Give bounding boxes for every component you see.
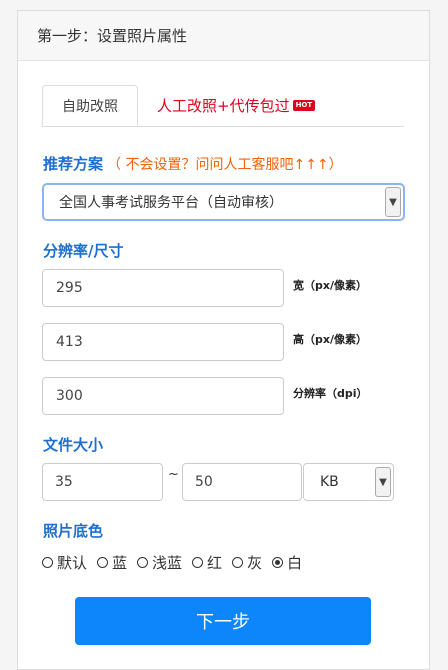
radio-default-circle[interactable]	[42, 557, 53, 568]
radio-white-label: 白	[287, 554, 303, 572]
tab-self-service-label: 自助改照	[62, 98, 118, 115]
height-input[interactable]: 413	[42, 323, 284, 361]
filesize-min-input[interactable]: 35	[42, 463, 163, 501]
unit-select-value: KB	[320, 474, 339, 490]
height-label: 高（px/像素）	[293, 333, 367, 346]
preset-select[interactable]: 全国人事考试服务平台（自动审核） ▼	[42, 183, 405, 221]
resolution-title: 分辨率/尺寸	[43, 242, 124, 260]
radio-blue-circle[interactable]	[97, 557, 109, 568]
filesize-max-value: 50	[195, 474, 213, 490]
radio-red-circle[interactable]	[192, 557, 204, 568]
radio-gray[interactable]: 灰	[232, 552, 262, 573]
tab-manual-service-label: 人工改照+代传包过	[157, 97, 290, 115]
radio-white-circle[interactable]	[272, 557, 284, 568]
chevron-down-icon: ▼	[375, 467, 391, 497]
filesize-title: 文件大小	[43, 436, 104, 454]
dpi-input-value: 300	[56, 388, 83, 404]
radio-light-blue-label: 浅蓝	[152, 554, 183, 572]
background-title: 照片底色	[43, 522, 104, 540]
mode-tabs: 自助改照 人工改照+代传包过 HOT	[42, 85, 404, 127]
dpi-input[interactable]: 300	[42, 377, 284, 415]
radio-gray-circle[interactable]	[232, 557, 244, 568]
preset-hint[interactable]: （ 不会设置？问问人工客服吧↑↑↑）	[107, 157, 343, 173]
radio-light-blue[interactable]: 浅蓝	[137, 552, 182, 573]
radio-light-blue-circle[interactable]	[137, 557, 149, 568]
radio-white[interactable]: 白	[272, 552, 302, 573]
radio-blue[interactable]: 蓝	[97, 552, 127, 573]
radio-blue-label: 蓝	[112, 554, 128, 572]
range-separator: ~	[168, 467, 179, 482]
dpi-label: 分辨率（dpi）	[293, 387, 368, 400]
tab-manual-service[interactable]: 人工改照+代传包过 HOT	[157, 85, 316, 126]
filesize-min-value: 35	[55, 474, 73, 490]
chevron-down-icon: ▼	[385, 187, 401, 217]
radio-default[interactable]: 默认	[42, 552, 87, 573]
filesize-max-input[interactable]: 50	[182, 463, 302, 501]
radio-red[interactable]: 红	[192, 552, 222, 573]
radio-gray-label: 灰	[247, 554, 263, 572]
preset-section-title: 推荐方案（ 不会设置？问问人工客服吧↑↑↑）	[43, 153, 343, 174]
unit-select[interactable]: KB ▼	[303, 463, 394, 501]
preset-select-value: 全国人事考试服务平台（自动审核）	[59, 195, 283, 211]
width-input-value: 295	[56, 280, 83, 296]
height-input-value: 413	[56, 334, 83, 350]
preset-title: 推荐方案	[43, 155, 104, 173]
tab-self-service[interactable]: 自助改照	[42, 85, 138, 126]
width-label: 宽（px/像素）	[293, 279, 367, 292]
width-input[interactable]: 295	[42, 269, 284, 307]
settings-card: 第一步：设置照片属性 自助改照 人工改照+代传包过 HOT 推荐方案（ 不会设置…	[17, 10, 430, 670]
hot-badge: HOT	[292, 100, 316, 111]
background-color-options: 默认 蓝 浅蓝 红 灰 白	[42, 552, 312, 573]
page-title: 第一步：设置照片属性	[37, 27, 188, 45]
radio-red-label: 红	[207, 554, 223, 572]
card-header: 第一步：设置照片属性	[18, 11, 429, 61]
next-step-button[interactable]: 下一步	[75, 597, 371, 645]
radio-default-label: 默认	[57, 554, 88, 572]
